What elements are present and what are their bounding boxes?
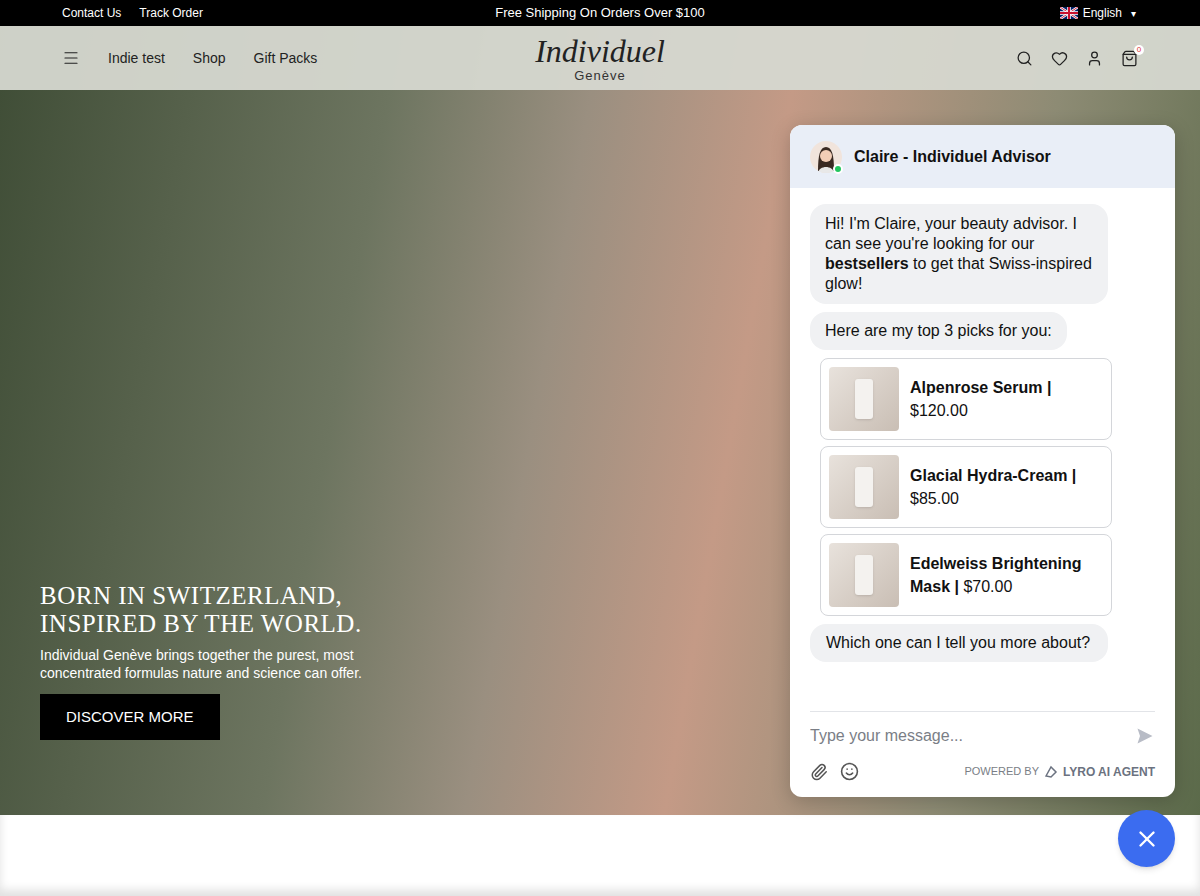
- top-bar: Contact Us Track Order Free Shipping On Or…: [0, 0, 1200, 26]
- chat-messages: Hi! I'm Claire, your beauty advisor. I c…: [790, 188, 1175, 711]
- message-bubble: Which one can I tell you more about?: [810, 624, 1108, 662]
- product-price: $85.00: [910, 490, 959, 507]
- product-image: [829, 543, 899, 607]
- product-label: Glacial Hydra-Cream | $85.00: [910, 464, 1103, 510]
- input-row: [810, 724, 1155, 748]
- product-image: [829, 367, 899, 431]
- product-label: Alpenrose Serum | $120.00: [910, 376, 1103, 422]
- lyro-logo-icon: [1043, 764, 1059, 780]
- close-icon: [1134, 826, 1160, 852]
- heart-icon[interactable]: [1051, 50, 1068, 67]
- top-link[interactable]: Contact Us: [62, 4, 121, 22]
- online-dot: [833, 164, 843, 174]
- attach-icon[interactable]: [810, 763, 828, 781]
- top-link[interactable]: Track Order: [139, 4, 203, 22]
- chat-footer: POWERED BYLYRO AI AGENT: [810, 711, 1155, 797]
- cart-badge: 0: [1134, 45, 1144, 55]
- product-card[interactable]: Alpenrose Serum | $120.00: [820, 358, 1112, 440]
- product-list: Alpenrose Serum | $120.00 Glacial Hydra-C…: [810, 358, 1155, 616]
- language-select[interactable]: English▾: [878, 4, 1138, 22]
- cart[interactable]: 0: [1121, 50, 1138, 67]
- product-name: Glacial Hydra-Cream |: [910, 467, 1076, 484]
- send-icon[interactable]: [1135, 726, 1155, 746]
- message-bubble: Here are my top 3 picks for you:: [810, 312, 1067, 350]
- emoji-icon[interactable]: [840, 762, 859, 781]
- nav-link[interactable]: Shop: [193, 48, 226, 69]
- product-price: $70.00: [963, 578, 1012, 595]
- below-hero: [0, 815, 1200, 896]
- search-icon[interactable]: [1016, 50, 1033, 67]
- header-icons: 0: [818, 50, 1138, 67]
- product-card[interactable]: Edelweiss Brightening Mask | $70.00: [820, 534, 1112, 616]
- close-chat-button[interactable]: [1118, 810, 1175, 867]
- menu-icon[interactable]: [62, 49, 80, 67]
- product-image: [829, 455, 899, 519]
- product-card[interactable]: Glacial Hydra-Cream | $85.00: [820, 446, 1112, 528]
- agent-avatar: [810, 141, 842, 173]
- page: Contact Us Track Order Free Shipping On Or…: [0, 0, 1200, 896]
- logo[interactable]: IndividuelGenève: [535, 35, 665, 82]
- product-label: Edelweiss Brightening Mask | $70.00: [910, 552, 1103, 598]
- agent-name: Claire - Individuel Advisor: [854, 145, 1051, 169]
- message-input[interactable]: [810, 724, 1135, 748]
- product-name: Alpenrose Serum |: [910, 379, 1051, 396]
- powered-by: POWERED BYLYRO AI AGENT: [964, 763, 1155, 781]
- nav: Indie test Shop Gift Packs: [62, 48, 382, 69]
- discover-button[interactable]: DISCOVER MORE: [40, 694, 220, 741]
- tools-row: POWERED BYLYRO AI AGENT: [810, 762, 1155, 781]
- uk-flag-icon: [1060, 7, 1078, 19]
- product-price: $120.00: [910, 402, 968, 419]
- message-bubble: Hi! I'm Claire, your beauty advisor. I c…: [810, 204, 1108, 304]
- announcement: Free Shipping On Orders Over $100: [495, 3, 705, 23]
- nav-link[interactable]: Indie test: [108, 48, 165, 69]
- top-links: Contact Us Track Order: [62, 4, 322, 22]
- chat-header: Claire - Individuel Advisor: [790, 125, 1175, 188]
- header: Indie test Shop Gift Packs IndividuelGenève…: [0, 26, 1200, 90]
- user-icon[interactable]: [1086, 50, 1103, 67]
- chat-widget: Claire - Individuel Advisor Hi! I'm Clair…: [790, 125, 1175, 797]
- hero-text: Individual Genève brings together the pu…: [40, 646, 400, 682]
- nav-link[interactable]: Gift Packs: [254, 48, 318, 69]
